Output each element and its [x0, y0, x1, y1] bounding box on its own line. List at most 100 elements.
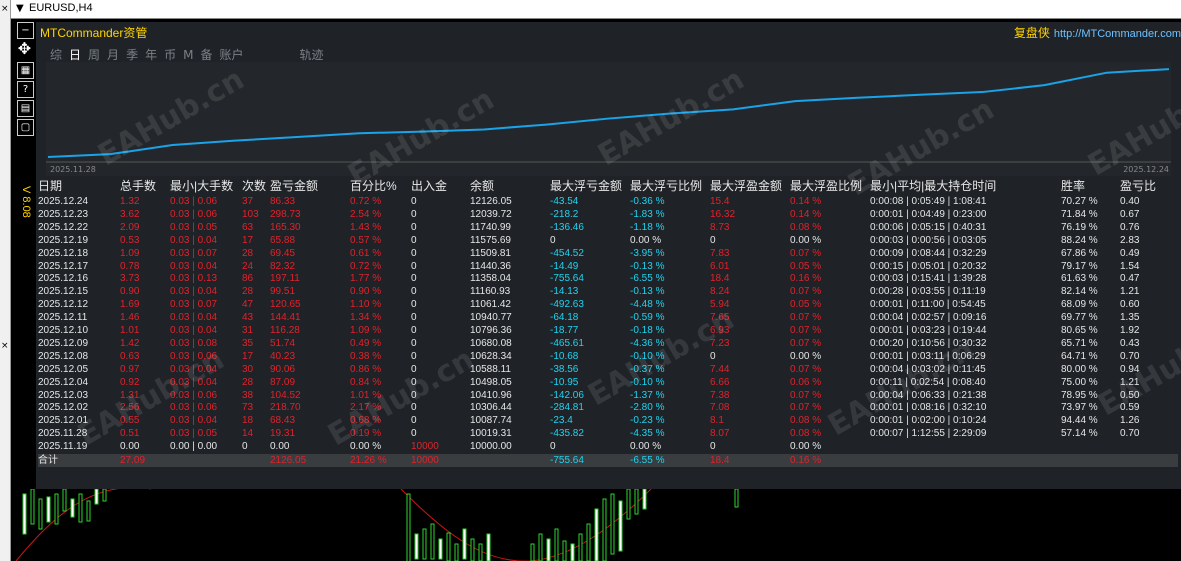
table-cell: 0.05 % [790, 260, 822, 272]
column-header[interactable]: 最大浮亏比例 [630, 180, 702, 193]
table-cell: 19.31 [270, 428, 296, 440]
column-header[interactable]: 盈亏比 [1120, 180, 1156, 193]
close-icon[interactable]: × [1, 4, 9, 14]
table-cell: 12039.72 [470, 208, 512, 220]
table-cell: -2.80 % [630, 402, 665, 414]
table-cell: 80.65 % [1061, 325, 1098, 336]
tab-10[interactable]: 轨迹 [300, 48, 324, 62]
table-cell: 10680.08 [470, 337, 512, 349]
column-header[interactable]: 出入金 [411, 180, 447, 193]
window-icon[interactable]: ▢ [17, 119, 34, 136]
candle [602, 498, 607, 561]
table-cell: -4.48 % [630, 299, 665, 311]
table-cell: 0:00:03 | 0:15:41 | 1:39:28 [870, 273, 987, 285]
candle [46, 496, 51, 523]
table-cell: 68.43 [270, 415, 296, 427]
tab-6[interactable]: 币 [164, 48, 176, 62]
table-cell: 0 [411, 299, 417, 311]
tab-4[interactable]: 季 [126, 48, 138, 62]
table-cell: 0.07 % [790, 286, 822, 298]
table-cell: 0 [710, 350, 716, 362]
candle [478, 543, 483, 561]
table-icon[interactable]: ▤ [17, 100, 34, 117]
window-title: EURUSD,H4 [29, 2, 93, 14]
candle [54, 493, 59, 525]
table-row: 2025.12.19 0.53 0.03 | 0.04 17 65.88 0.57 % 0 1… [38, 234, 1178, 247]
candle [578, 533, 583, 561]
chart-window-titlebar[interactable]: ▼ EURUSD,H4 [11, 0, 1181, 19]
table-cell: 2.83 [1120, 234, 1140, 246]
column-header[interactable]: 余额 [470, 180, 494, 193]
table-cell: 0.03 | 0.07 [170, 299, 218, 311]
table-cell: 0:00:09 | 0:08:44 | 0:32:29 [870, 247, 987, 259]
price-chart-area[interactable] [11, 489, 1181, 561]
table-cell: 0.03 | 0.13 [170, 273, 218, 285]
table-cell: 0.00 [120, 441, 140, 453]
candle [642, 489, 647, 510]
table-cell: 0.14 % [790, 196, 822, 207]
table-cell: 0.07 % [790, 247, 822, 259]
table-cell: 2025.11.19 [38, 441, 88, 453]
table-cell: 10796.36 [470, 325, 512, 336]
chevron-down-icon[interactable]: ▼ [16, 3, 24, 14]
table-cell: 21.26 % [350, 455, 387, 466]
table-cell: 0.70 [1120, 350, 1140, 362]
close-icon[interactable]: × [1, 341, 9, 351]
column-header[interactable]: 次数 [242, 180, 266, 193]
tab-9[interactable]: 账户 [219, 48, 243, 62]
column-header[interactable]: 最大浮盈金额 [710, 180, 782, 193]
candle [618, 500, 623, 552]
table-cell: 0 [550, 234, 556, 246]
table-cell: 0.16 % [790, 455, 822, 466]
table-cell: 1.32 [120, 196, 140, 207]
table-cell: 3.62 [120, 208, 140, 220]
tab-7[interactable]: M [183, 48, 193, 62]
tab-0[interactable]: 综 [50, 48, 62, 62]
move-icon[interactable]: ✥ [17, 41, 32, 57]
tab-3[interactable]: 月 [107, 48, 119, 62]
brand-link[interactable]: 复盘侠 http://MTCommander.com [1014, 24, 1181, 41]
table-cell: 1.34 % [350, 312, 382, 324]
table-cell: 0 [411, 221, 417, 233]
table-cell: 2025.12.04 [38, 376, 89, 388]
table-cell: -38.56 [550, 363, 579, 375]
column-header[interactable]: 胜率 [1061, 180, 1085, 193]
table-cell: 10628.34 [470, 350, 512, 362]
table-row: 2025.12.16 3.73 0.03 | 0.13 86 197.11 1.77 % 0… [38, 272, 1178, 285]
tab-5[interactable]: 年 [145, 48, 157, 62]
tab-8[interactable]: 备 [200, 48, 212, 62]
table-cell: 165.30 [270, 221, 301, 233]
table-cell: 86.33 [270, 196, 296, 207]
minimize-button[interactable]: − [17, 22, 34, 39]
table-cell: -0.36 % [630, 196, 665, 207]
help-icon[interactable]: ? [17, 81, 34, 98]
column-header[interactable]: 总手数 [120, 180, 156, 193]
grid-icon[interactable]: ▦ [17, 62, 34, 79]
table-cell: -14.49 [550, 260, 579, 272]
table-cell: 0.03 | 0.05 [170, 221, 218, 233]
tab-1[interactable]: 日 [69, 48, 81, 62]
table-cell: 0 [411, 260, 417, 272]
table-cell: 1.09 [120, 247, 140, 259]
column-header[interactable]: 最小|大手数 [170, 180, 233, 193]
column-header[interactable]: 盈亏金额 [270, 180, 318, 193]
table-cell: 2025.12.08 [38, 350, 89, 362]
candle [30, 489, 35, 525]
table-cell: 0 [411, 325, 417, 336]
table-cell: -14.13 [550, 286, 579, 298]
table-cell: 0.78 [120, 260, 140, 272]
table-cell: 1.10 % [350, 299, 382, 311]
table-cell: 0.76 [1120, 221, 1140, 233]
table-cell: 2025.12.05 [38, 363, 89, 375]
candle [562, 540, 567, 561]
table-cell: 0.03 | 0.06 [170, 196, 218, 207]
column-header[interactable]: 日期 [38, 180, 62, 193]
table-cell: 116.28 [270, 325, 300, 336]
table-cell: 3.73 [120, 273, 140, 285]
table-cell: 1.43 % [350, 221, 382, 233]
column-header[interactable]: 最大浮亏金额 [550, 180, 622, 193]
table-cell: 28 [242, 286, 254, 298]
tab-2[interactable]: 周 [88, 48, 100, 62]
table-cell: 88.24 % [1061, 234, 1098, 246]
table-cell: 0.03 | 0.07 [170, 247, 218, 259]
